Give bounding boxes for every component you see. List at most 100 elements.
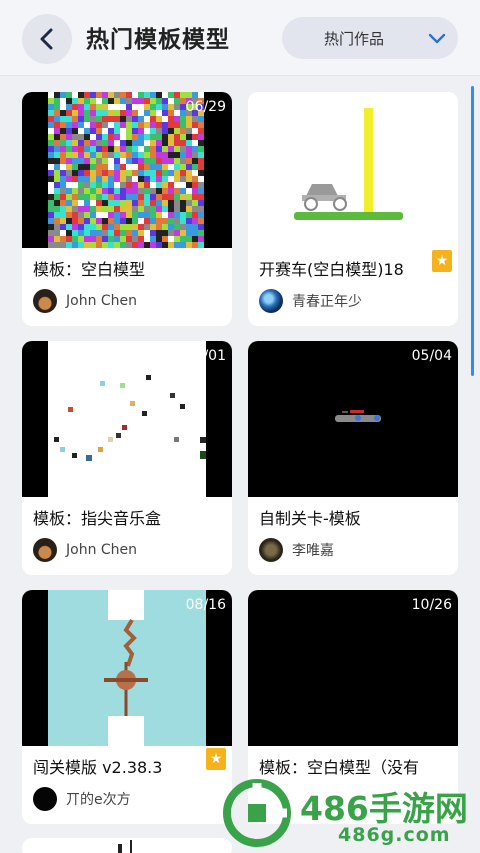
noise-pixel	[84, 140, 90, 146]
noise-pixel	[66, 242, 72, 248]
template-card[interactable]: 05/04 自制关卡-模板 李唯嘉	[248, 341, 458, 575]
noise-pixel	[144, 110, 150, 116]
noise-pixel	[180, 122, 186, 128]
noise-pixel	[138, 212, 144, 218]
noise-pixel	[144, 182, 150, 188]
noise-pixel	[138, 218, 144, 224]
noise-pixel	[84, 158, 90, 164]
noise-pixel	[108, 212, 114, 218]
card-thumbnail: 06/29	[22, 92, 232, 248]
noise-pixel	[114, 200, 120, 206]
noise-pixel	[102, 146, 108, 152]
noise-pixel	[84, 164, 90, 170]
noise-pixel	[126, 122, 132, 128]
noise-pixel	[126, 176, 132, 182]
author-row[interactable]: 李唯嘉	[259, 537, 334, 563]
noise-pixel	[126, 164, 132, 170]
noise-pixel	[78, 134, 84, 140]
noise-pixel	[144, 164, 150, 170]
noise-pixel	[90, 170, 96, 176]
noise-pixel	[198, 128, 204, 134]
noise-pixel	[180, 170, 186, 176]
noise-pixel	[84, 194, 90, 200]
noise-pixel	[180, 176, 186, 182]
noise-pixel	[162, 182, 168, 188]
noise-pixel	[186, 92, 192, 98]
template-card[interactable]: 08/16 闯关模版 v2.38.3 ★ 丌的e次方	[22, 590, 232, 824]
noise-pixel	[90, 92, 96, 98]
watermark-brand: 486手游网	[300, 789, 468, 828]
noise-pixel	[72, 176, 78, 182]
noise-pixel	[186, 182, 192, 188]
noise-pixel	[186, 122, 192, 128]
noise-pixel	[150, 140, 156, 146]
noise-pixel	[96, 224, 102, 230]
avatar	[259, 289, 283, 313]
noise-pixel	[96, 242, 102, 248]
template-card[interactable]	[22, 838, 232, 853]
noise-pixel	[198, 140, 204, 146]
noise-pixel	[126, 98, 132, 104]
noise-pixel	[60, 110, 66, 116]
noise-pixel	[150, 236, 156, 242]
scrollbar[interactable]	[471, 86, 474, 376]
noise-pixel	[72, 110, 78, 116]
noise-pixel	[138, 170, 144, 176]
noise-pixel	[150, 134, 156, 140]
noise-pixel	[180, 206, 186, 212]
noise-pixel	[54, 110, 60, 116]
author-row[interactable]: 丌的e次方	[33, 786, 131, 812]
noise-pixel	[72, 98, 78, 104]
noise-pixel	[96, 236, 102, 242]
author-name: John Chen	[66, 293, 138, 309]
card-title: 模板：指尖音乐盒	[33, 509, 162, 528]
sort-filter-dropdown[interactable]: 热门作品	[282, 17, 458, 59]
template-card[interactable]: 06/29 模板：空白模型 John Chen	[22, 92, 232, 326]
noise-pixel	[138, 110, 144, 116]
noise-pixel	[96, 158, 102, 164]
noise-pixel	[102, 92, 108, 98]
noise-pixel	[96, 182, 102, 188]
noise-pixel	[186, 146, 192, 152]
noise-pixel	[66, 206, 72, 212]
back-button[interactable]	[22, 14, 72, 64]
author-row[interactable]: John Chen	[33, 537, 137, 563]
noise-pixel	[102, 230, 108, 236]
noise-pixel	[102, 200, 108, 206]
noise-pixel	[48, 218, 54, 224]
noise-pixel	[180, 236, 186, 242]
card-thumbnail: /01	[22, 341, 232, 497]
noise-pixel	[114, 170, 120, 176]
author-row[interactable]: John Chen	[33, 288, 137, 314]
noise-pixel	[114, 146, 120, 152]
author-row[interactable]: 青春正年少	[259, 288, 362, 314]
noise-pixel	[192, 128, 198, 134]
noise-pixel	[90, 164, 96, 170]
noise-pixel	[102, 140, 108, 146]
noise-pixel	[78, 188, 84, 194]
noise-pixel	[168, 182, 174, 188]
noise-pixel	[162, 242, 168, 248]
noise-pixel	[198, 158, 204, 164]
level-scene	[48, 590, 206, 746]
noise-pixel	[60, 206, 66, 212]
noise-pixel	[66, 212, 72, 218]
chevron-left-icon	[40, 28, 53, 50]
card-title: 模板：空白模型	[33, 260, 146, 279]
noise-pixel	[192, 158, 198, 164]
noise-pixel	[48, 92, 54, 98]
noise-pixel	[90, 212, 96, 218]
noise-pixel	[144, 92, 150, 98]
noise-pixel	[186, 218, 192, 224]
noise-pixel	[108, 128, 114, 134]
noise-pixel	[180, 158, 186, 164]
template-card[interactable]: /01 模板：指尖音乐盒 John Chen	[22, 341, 232, 575]
noise-pixel	[150, 122, 156, 128]
noise-pixel	[72, 170, 78, 176]
noise-pixel	[150, 98, 156, 104]
noise-pixel	[144, 224, 150, 230]
noise-pixel	[162, 128, 168, 134]
noise-pixel	[60, 134, 66, 140]
template-card[interactable]: 开赛车(空白模型)18 ★ 青春正年少	[248, 92, 458, 326]
noise-pixel	[198, 206, 204, 212]
